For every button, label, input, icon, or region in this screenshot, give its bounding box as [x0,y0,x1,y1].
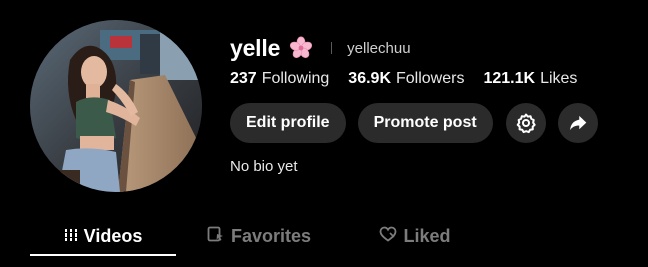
profile-tabs: Videos Favorites Liked [30,218,488,256]
heart-icon [379,226,397,247]
tab-favorites[interactable]: Favorites [176,218,342,255]
likes-label: Likes [540,70,578,87]
followers-label: Followers [396,70,465,87]
tab-favorites-label: Favorites [230,226,312,246]
username: yellechuu [347,39,411,57]
promote-post-button[interactable]: Promote post [357,103,493,143]
active-tab-indicator [30,254,176,256]
avatar[interactable] [30,20,202,192]
bookmark-icon [207,226,225,247]
share-arrow-icon [568,113,588,133]
followers-stat[interactable]: 36.9K Followers [348,70,464,88]
cherry-blossom-icon [289,36,313,60]
profile-stats: 237 Following 36.9K Followers 121.1K Lik… [230,68,577,90]
edit-profile-button[interactable]: Edit profile [230,103,346,143]
display-name: yelle [230,34,281,61]
likes-stat: 121.1K Likes [483,70,577,88]
avatar-photo [30,20,202,192]
profile-actions: Edit profile Promote post [230,103,598,143]
gear-icon [515,112,537,134]
followers-count: 36.9K [348,70,391,87]
settings-button[interactable] [505,103,546,143]
tab-videos[interactable]: Videos [30,218,176,256]
tab-liked-label: Liked [403,226,451,246]
following-stat[interactable]: 237 Following [230,70,329,88]
tab-liked[interactable]: Liked [342,218,488,255]
following-count: 237 [230,70,257,87]
name-separator [331,42,333,54]
following-label: Following [261,70,330,87]
tab-videos-label: Videos [83,226,143,246]
share-button[interactable] [557,103,598,143]
grid-lines-icon [63,226,78,247]
profile-bio: No bio yet [230,158,298,175]
profile-name-row: yelle yellechuu [230,33,411,63]
likes-count: 121.1K [483,70,536,87]
profile-page: yelle yellechuu 237 Following 36.9K Foll… [0,0,648,267]
